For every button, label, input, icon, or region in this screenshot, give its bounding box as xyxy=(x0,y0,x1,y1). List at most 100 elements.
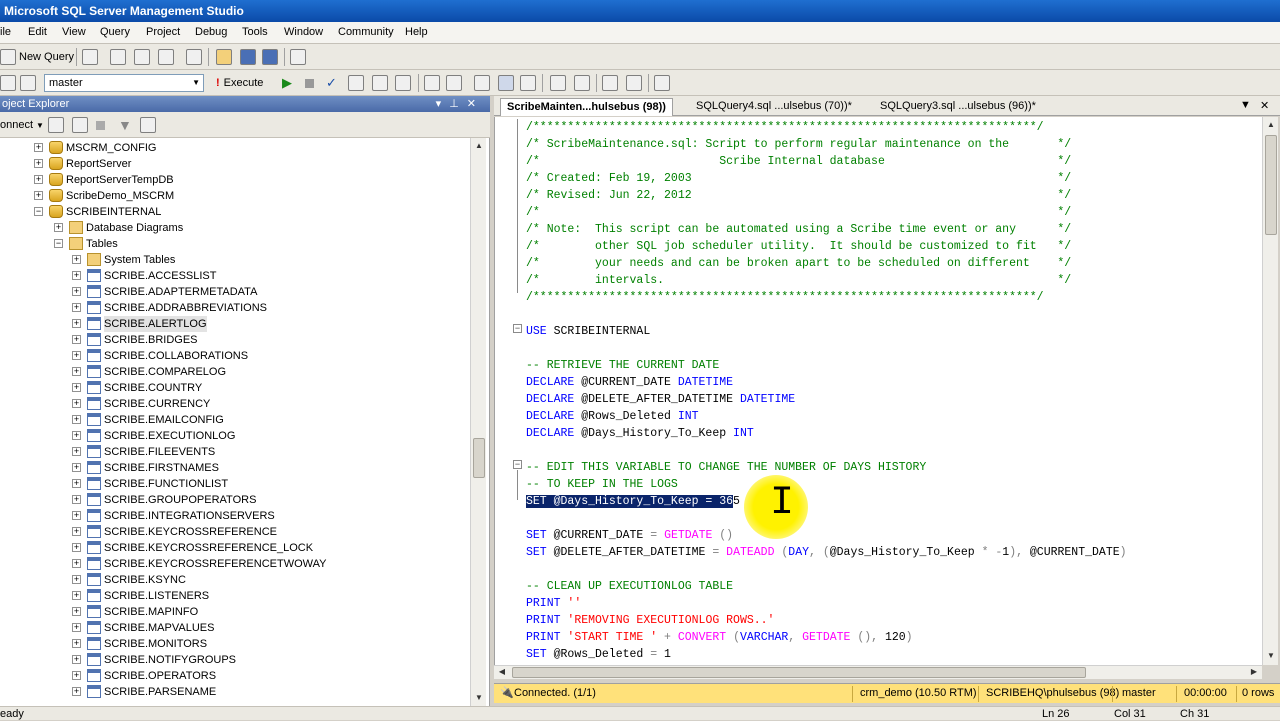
code-line[interactable]: -- EDIT THIS VARIABLE TO CHANGE THE NUMB… xyxy=(526,459,926,476)
decrease-indent-button[interactable] xyxy=(602,74,618,92)
expand-icon[interactable]: + xyxy=(72,687,81,696)
menu-item-view[interactable]: View xyxy=(62,26,86,38)
tree-node[interactable]: + Database Diagrams xyxy=(0,220,470,236)
tree-node[interactable]: + SCRIBE.FUNCTIONLIST xyxy=(0,476,470,492)
expand-icon[interactable]: + xyxy=(72,559,81,568)
change-connection-button[interactable] xyxy=(20,74,36,92)
expand-icon[interactable]: + xyxy=(72,271,81,280)
code-line[interactable]: /* Revised: Jun 22, 2012 */ xyxy=(526,187,1071,204)
display-plan-button[interactable] xyxy=(348,74,364,92)
code-line[interactable]: /* Created: Feb 19, 2003 */ xyxy=(526,170,1071,187)
tree-node[interactable]: + SCRIBE.ACCESSLIST xyxy=(0,268,470,284)
sql-editor[interactable]: − − I /*********************************… xyxy=(494,117,1262,665)
code-line[interactable]: DECLARE @Rows_Deleted INT xyxy=(526,408,699,425)
tree-node[interactable]: + ReportServer xyxy=(0,156,470,172)
tab-sqlquery3[interactable]: SQLQuery3.sql ...ulsebus (96))* xyxy=(874,98,1042,116)
code-line[interactable]: /* other SQL job scheduler utility. It s… xyxy=(526,238,1071,255)
connect-icon-button[interactable] xyxy=(48,116,64,134)
results-text-button[interactable] xyxy=(474,74,490,92)
connect-button[interactable] xyxy=(0,74,16,92)
tree-node[interactable]: − SCRIBEINTERNAL xyxy=(0,204,470,220)
code-line[interactable]: /* Note: This script can be automated us… xyxy=(526,221,1071,238)
save-all-button[interactable] xyxy=(262,48,278,66)
scroll-thumb[interactable] xyxy=(1265,135,1277,235)
specify-values-button[interactable] xyxy=(654,74,670,92)
code-line[interactable]: SET @DELETE_AFTER_DATETIME = DATEADD (DA… xyxy=(526,544,1127,561)
expand-icon[interactable]: + xyxy=(34,143,43,152)
scroll-down-icon[interactable]: ▼ xyxy=(471,690,487,706)
tab-list-icon[interactable]: ▼ xyxy=(1240,99,1251,111)
database-select[interactable]: master ▼ xyxy=(44,74,204,92)
expand-icon[interactable]: + xyxy=(72,623,81,632)
code-line[interactable]: DECLARE @CURRENT_DATE DATETIME xyxy=(526,374,733,391)
menu-item-ile[interactable]: ile xyxy=(0,26,11,38)
expand-icon[interactable]: + xyxy=(54,223,63,232)
results-file-button[interactable] xyxy=(520,74,536,92)
results-to-grid-button[interactable] xyxy=(395,74,411,92)
code-line[interactable]: /* ScribeMaintenance.sql: Script to perf… xyxy=(526,136,1071,153)
code-line[interactable]: PRINT 'REMOVING EXECUTIONLOG ROWS..' xyxy=(526,612,774,629)
expand-icon[interactable]: + xyxy=(72,671,81,680)
tree-node[interactable]: + ReportServerTempDB xyxy=(0,172,470,188)
analysis-query-button[interactable] xyxy=(134,48,150,66)
expand-icon[interactable]: + xyxy=(72,303,81,312)
expand-icon[interactable]: + xyxy=(72,463,81,472)
expand-icon[interactable]: + xyxy=(72,511,81,520)
scroll-thumb[interactable] xyxy=(473,438,485,478)
tree-node[interactable]: + SCRIBE.KSYNC xyxy=(0,572,470,588)
open-button[interactable] xyxy=(216,48,232,66)
code-line[interactable]: DECLARE @Days_History_To_Keep INT xyxy=(526,425,754,442)
code-line[interactable]: -- CLEAN UP EXECUTIONLOG TABLE xyxy=(526,578,733,595)
tree-node[interactable]: + SCRIBE.COLLABORATIONS xyxy=(0,348,470,364)
db-engine-query-button[interactable] xyxy=(110,48,126,66)
menu-item-debug[interactable]: Debug xyxy=(195,26,227,38)
expand-icon[interactable]: + xyxy=(72,655,81,664)
include-plan-button[interactable] xyxy=(424,74,440,92)
increase-indent-button[interactable] xyxy=(626,74,642,92)
tree-node[interactable]: + SCRIBE.MAPINFO xyxy=(0,604,470,620)
code-line[interactable]: -- TO KEEP IN THE LOGS xyxy=(526,476,678,493)
tree-node[interactable]: + SCRIBE.INTEGRATIONSERVERS xyxy=(0,508,470,524)
activity-monitor-button[interactable] xyxy=(290,48,306,66)
tree-node[interactable]: + ScribeDemo_MSCRM xyxy=(0,188,470,204)
scroll-thumb[interactable] xyxy=(512,667,1086,678)
object-explorer-scrollbar[interactable]: ▲ ▼ xyxy=(470,138,486,706)
tree-node[interactable]: − Tables xyxy=(0,236,470,252)
expand-icon[interactable]: + xyxy=(72,383,81,392)
comment-button[interactable] xyxy=(550,74,566,92)
code-line[interactable]: /* */ xyxy=(526,204,1071,221)
tree-node[interactable]: + SCRIBE.PARSENAME xyxy=(0,684,470,700)
code-line[interactable]: -- RETRIEVE THE CURRENT DATE xyxy=(526,357,719,374)
execute-button[interactable]: ! Execute xyxy=(216,74,263,92)
tree-node[interactable]: + SCRIBE.MAPVALUES xyxy=(0,620,470,636)
expand-icon[interactable]: + xyxy=(72,543,81,552)
expand-icon[interactable]: + xyxy=(72,527,81,536)
scroll-up-icon[interactable]: ▲ xyxy=(1263,117,1279,133)
open-file-button[interactable] xyxy=(82,48,98,66)
expand-icon[interactable]: + xyxy=(72,415,81,424)
expand-icon[interactable]: + xyxy=(72,399,81,408)
connect-dropdown[interactable]: onnect ▼ xyxy=(0,116,44,134)
expand-icon[interactable]: + xyxy=(34,159,43,168)
client-stats-button[interactable] xyxy=(446,74,462,92)
expand-icon[interactable]: + xyxy=(72,479,81,488)
collapse-icon[interactable]: − xyxy=(54,239,63,248)
tree-node[interactable]: + SCRIBE.KEYCROSSREFERENCE xyxy=(0,524,470,540)
results-grid-button[interactable] xyxy=(498,74,514,92)
cancel-query-button[interactable] xyxy=(305,74,314,92)
code-line[interactable]: /* Scribe Internal database */ xyxy=(526,153,1071,170)
code-line[interactable]: /***************************************… xyxy=(526,119,1044,136)
menu-item-help[interactable]: Help xyxy=(405,26,428,38)
expand-icon[interactable]: + xyxy=(72,367,81,376)
menu-item-project[interactable]: Project xyxy=(146,26,180,38)
scroll-down-icon[interactable]: ▼ xyxy=(1263,648,1279,664)
menu-item-query[interactable]: Query xyxy=(100,26,130,38)
menu-item-community[interactable]: Community xyxy=(338,26,394,38)
code-line[interactable]: USE SCRIBEINTERNAL xyxy=(526,323,650,340)
code-line[interactable]: SET @CURRENT_DATE = GETDATE () xyxy=(526,527,733,544)
editor-vertical-scrollbar[interactable]: ▲ ▼ xyxy=(1262,117,1278,665)
menu-item-tools[interactable]: Tools xyxy=(242,26,268,38)
tree-node[interactable]: + SCRIBE.BRIDGES xyxy=(0,332,470,348)
expand-icon[interactable]: + xyxy=(72,607,81,616)
expand-icon[interactable]: + xyxy=(72,287,81,296)
